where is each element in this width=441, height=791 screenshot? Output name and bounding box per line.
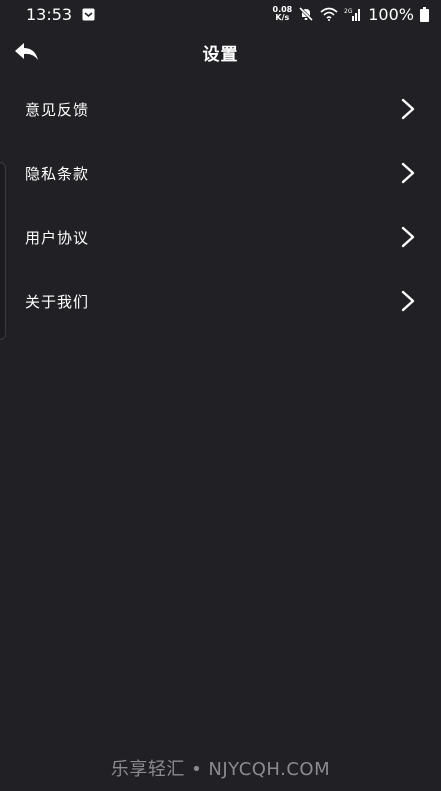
network-speed: 0.08 K/s xyxy=(273,6,293,22)
status-time: 13:53 xyxy=(26,4,73,24)
back-arrow-icon xyxy=(15,43,38,60)
settings-list: 意见反馈 隐私条款 用户协议 关于我们 xyxy=(0,77,441,333)
notification-icon xyxy=(82,8,95,21)
network-speed-unit: K/s xyxy=(275,13,290,22)
page-title: 设置 xyxy=(202,44,239,65)
chevron-right-icon xyxy=(401,226,415,248)
chevron-right-icon xyxy=(401,290,415,312)
settings-item-label: 关于我们 xyxy=(25,292,90,311)
battery-icon xyxy=(420,6,429,22)
settings-item-about-us[interactable]: 关于我们 xyxy=(0,269,441,333)
watermark: 乐享轻汇 • NJYCQH.COM xyxy=(110,759,331,780)
settings-item-label: 隐私条款 xyxy=(25,164,90,183)
settings-item-label: 用户协议 xyxy=(25,228,90,247)
cellular-signal-icon: 2G xyxy=(344,7,362,21)
mute-icon xyxy=(298,6,314,22)
chevron-right-icon xyxy=(401,162,415,184)
battery-percent: 100% xyxy=(368,4,414,24)
settings-item-user-agreement[interactable]: 用户协议 xyxy=(0,205,441,269)
network-type-label: 2G xyxy=(344,8,353,15)
settings-item-feedback[interactable]: 意见反馈 xyxy=(0,77,441,141)
status-bar-right: 0.08 K/s 2G 100% xyxy=(273,4,429,24)
wifi-icon xyxy=(320,7,338,21)
status-bar: 13:53 0.08 K/s 2G 100% xyxy=(0,0,441,28)
settings-item-privacy-policy[interactable]: 隐私条款 xyxy=(0,141,441,205)
app-header: 设置 xyxy=(0,32,441,72)
status-bar-left: 13:53 xyxy=(26,5,95,24)
back-button[interactable] xyxy=(10,36,44,68)
settings-screen: 13:53 0.08 K/s 2G 100% 设置 意见反馈 隐私条款 用户协议… xyxy=(0,0,441,791)
chevron-right-icon xyxy=(401,98,415,120)
settings-item-label: 意见反馈 xyxy=(25,100,90,119)
